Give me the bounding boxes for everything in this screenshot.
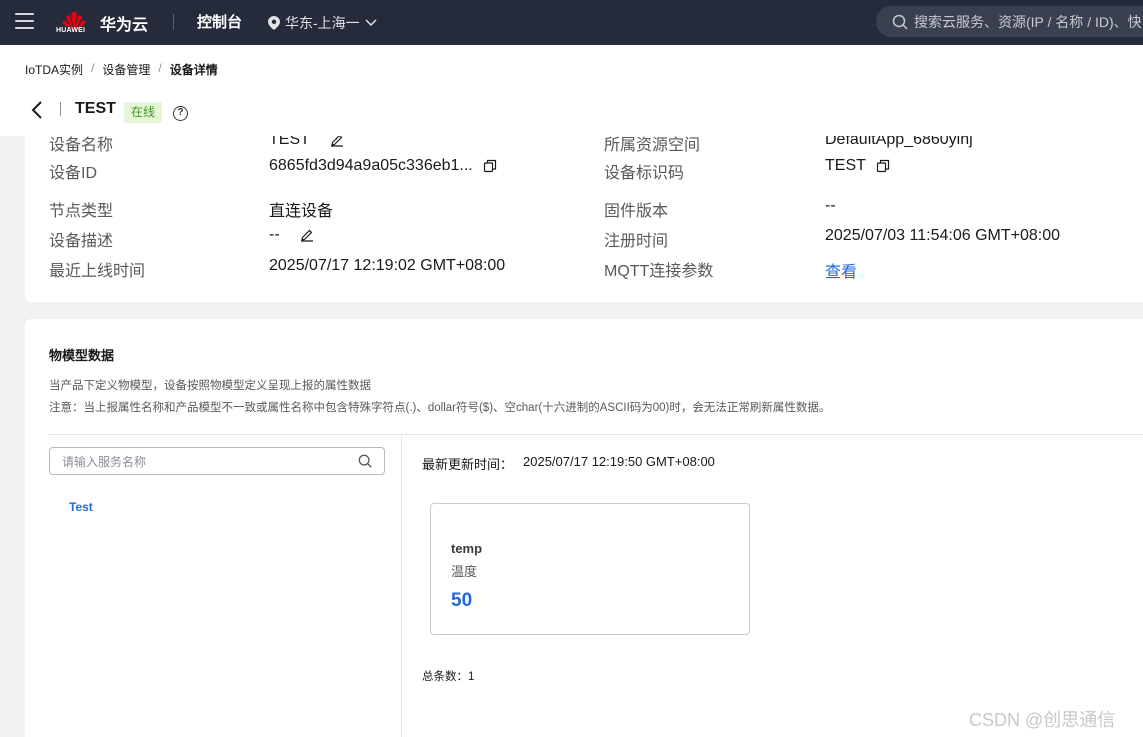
model-data-card: 物模型数据 当产品下定义物模型，设备按照物模型定义呈现上报的属性数据 注意：当上…	[25, 319, 1143, 737]
copy-icon[interactable]	[483, 159, 497, 173]
breadcrumb-separator: /	[91, 61, 95, 75]
breadcrumb-separator: /	[158, 61, 162, 75]
last-online-value: 2025/07/17 12:19:02 GMT+08:00	[269, 257, 506, 274]
register-time-label: 注册时间	[604, 233, 669, 250]
last-online-label: 最近上线时间	[49, 263, 146, 280]
resource-space-value: DefaultApp_6860yihj	[825, 136, 973, 148]
global-search-input[interactable]: 搜索云服务、资源(IP / 名称 / ID)、快	[876, 6, 1143, 37]
model-note: 注意：当上报属性名称和产品模型不一致或属性名称中包含特殊字符点(.)、dolla…	[49, 402, 831, 414]
back-arrow-icon[interactable]	[30, 100, 46, 120]
total-count: 总条数：1	[422, 671, 475, 683]
device-desc-value: --	[269, 226, 314, 244]
device-title: TEST	[75, 100, 116, 117]
device-identifier-value: TEST	[825, 157, 890, 175]
device-name-label: 设备名称	[49, 137, 114, 154]
last-updated-label: 最新更新时间：	[422, 457, 514, 472]
help-icon[interactable]: ?	[173, 106, 188, 121]
device-desc-text: --	[269, 226, 280, 243]
last-updated: 最新更新时间： 2025/07/17 12:19:50 GMT+08:00	[422, 454, 715, 473]
divider	[49, 434, 1143, 435]
property-value: 50	[451, 590, 473, 611]
device-id-label: 设备ID	[49, 165, 98, 182]
property-name: temp	[451, 541, 483, 556]
mqtt-params-label: MQTT连接参数	[604, 263, 714, 280]
region-label: 华东-上海一	[285, 15, 360, 31]
search-icon	[892, 14, 908, 30]
device-identifier-label: 设备标识码	[604, 165, 685, 182]
watermark: CSDN @创思通信	[969, 710, 1116, 730]
divider	[60, 102, 61, 116]
service-search-placeholder: 请输入服务名称	[62, 454, 147, 469]
search-icon[interactable]	[358, 454, 372, 468]
page-header: IoTDA实例 / 设备管理 / 设备详情 TEST 在线 ?	[0, 45, 1143, 136]
property-display-name: 温度	[451, 564, 478, 579]
property-card[interactable]: temp 温度 50	[430, 503, 750, 635]
device-id-text: 6865fd3d94a9a05c336eb1...	[269, 157, 473, 174]
model-description: 当产品下定义物模型，设备按照物模型定义呈现上报的属性数据	[49, 380, 371, 392]
device-info-card: 设备名称 TEST 所属资源空间 DefaultApp_6860yihj 设备I…	[25, 136, 1143, 302]
service-search-input[interactable]: 请输入服务名称	[49, 447, 385, 475]
device-name-value: TEST	[269, 136, 344, 149]
service-list-item[interactable]: Test	[69, 500, 93, 514]
status-badge: 在线	[124, 102, 163, 123]
mqtt-view-link[interactable]: 查看	[825, 258, 857, 282]
console-link[interactable]: 控制台	[197, 11, 242, 32]
brand-name[interactable]: 华为云	[100, 11, 148, 35]
device-desc-label: 设备描述	[49, 233, 114, 250]
device-name-text: TEST	[269, 136, 310, 148]
firmware-label: 固件版本	[604, 203, 669, 220]
node-type-value: 直连设备	[269, 203, 334, 220]
device-id-value: 6865fd3d94a9a05c336eb1...	[269, 157, 497, 175]
location-pin-icon	[268, 16, 280, 30]
breadcrumb: IoTDA实例 / 设备管理 / 设备详情	[25, 61, 218, 78]
resource-space-label: 所属资源空间	[604, 137, 701, 154]
top-nav-bar: HUAWEI 华为云 控制台 华东-上海一 搜索云服务、资源(IP / 名称 /…	[0, 0, 1143, 45]
node-type-label: 节点类型	[49, 203, 114, 220]
breadcrumb-iotda-instance[interactable]: IoTDA实例	[25, 61, 83, 78]
device-identifier-text: TEST	[825, 157, 866, 174]
edit-icon[interactable]	[330, 136, 344, 147]
region-selector[interactable]: 华东-上海一	[268, 13, 377, 33]
breadcrumb-device-management[interactable]: 设备管理	[102, 61, 150, 78]
logo-text: HUAWEI	[56, 27, 86, 34]
divider	[173, 14, 174, 30]
copy-icon[interactable]	[876, 159, 890, 173]
menu-icon[interactable]	[15, 13, 34, 29]
divider	[401, 435, 402, 737]
chevron-down-icon	[365, 19, 377, 27]
register-time-value: 2025/07/03 11:54:06 GMT+08:00	[825, 227, 1060, 244]
section-title: 物模型数据	[49, 348, 115, 363]
search-placeholder: 搜索云服务、资源(IP / 名称 / ID)、快	[914, 13, 1142, 30]
edit-icon[interactable]	[300, 228, 314, 242]
breadcrumb-device-detail: 设备详情	[169, 63, 218, 77]
last-updated-value: 2025/07/17 12:19:50 GMT+08:00	[523, 454, 715, 469]
firmware-value: --	[825, 197, 836, 214]
